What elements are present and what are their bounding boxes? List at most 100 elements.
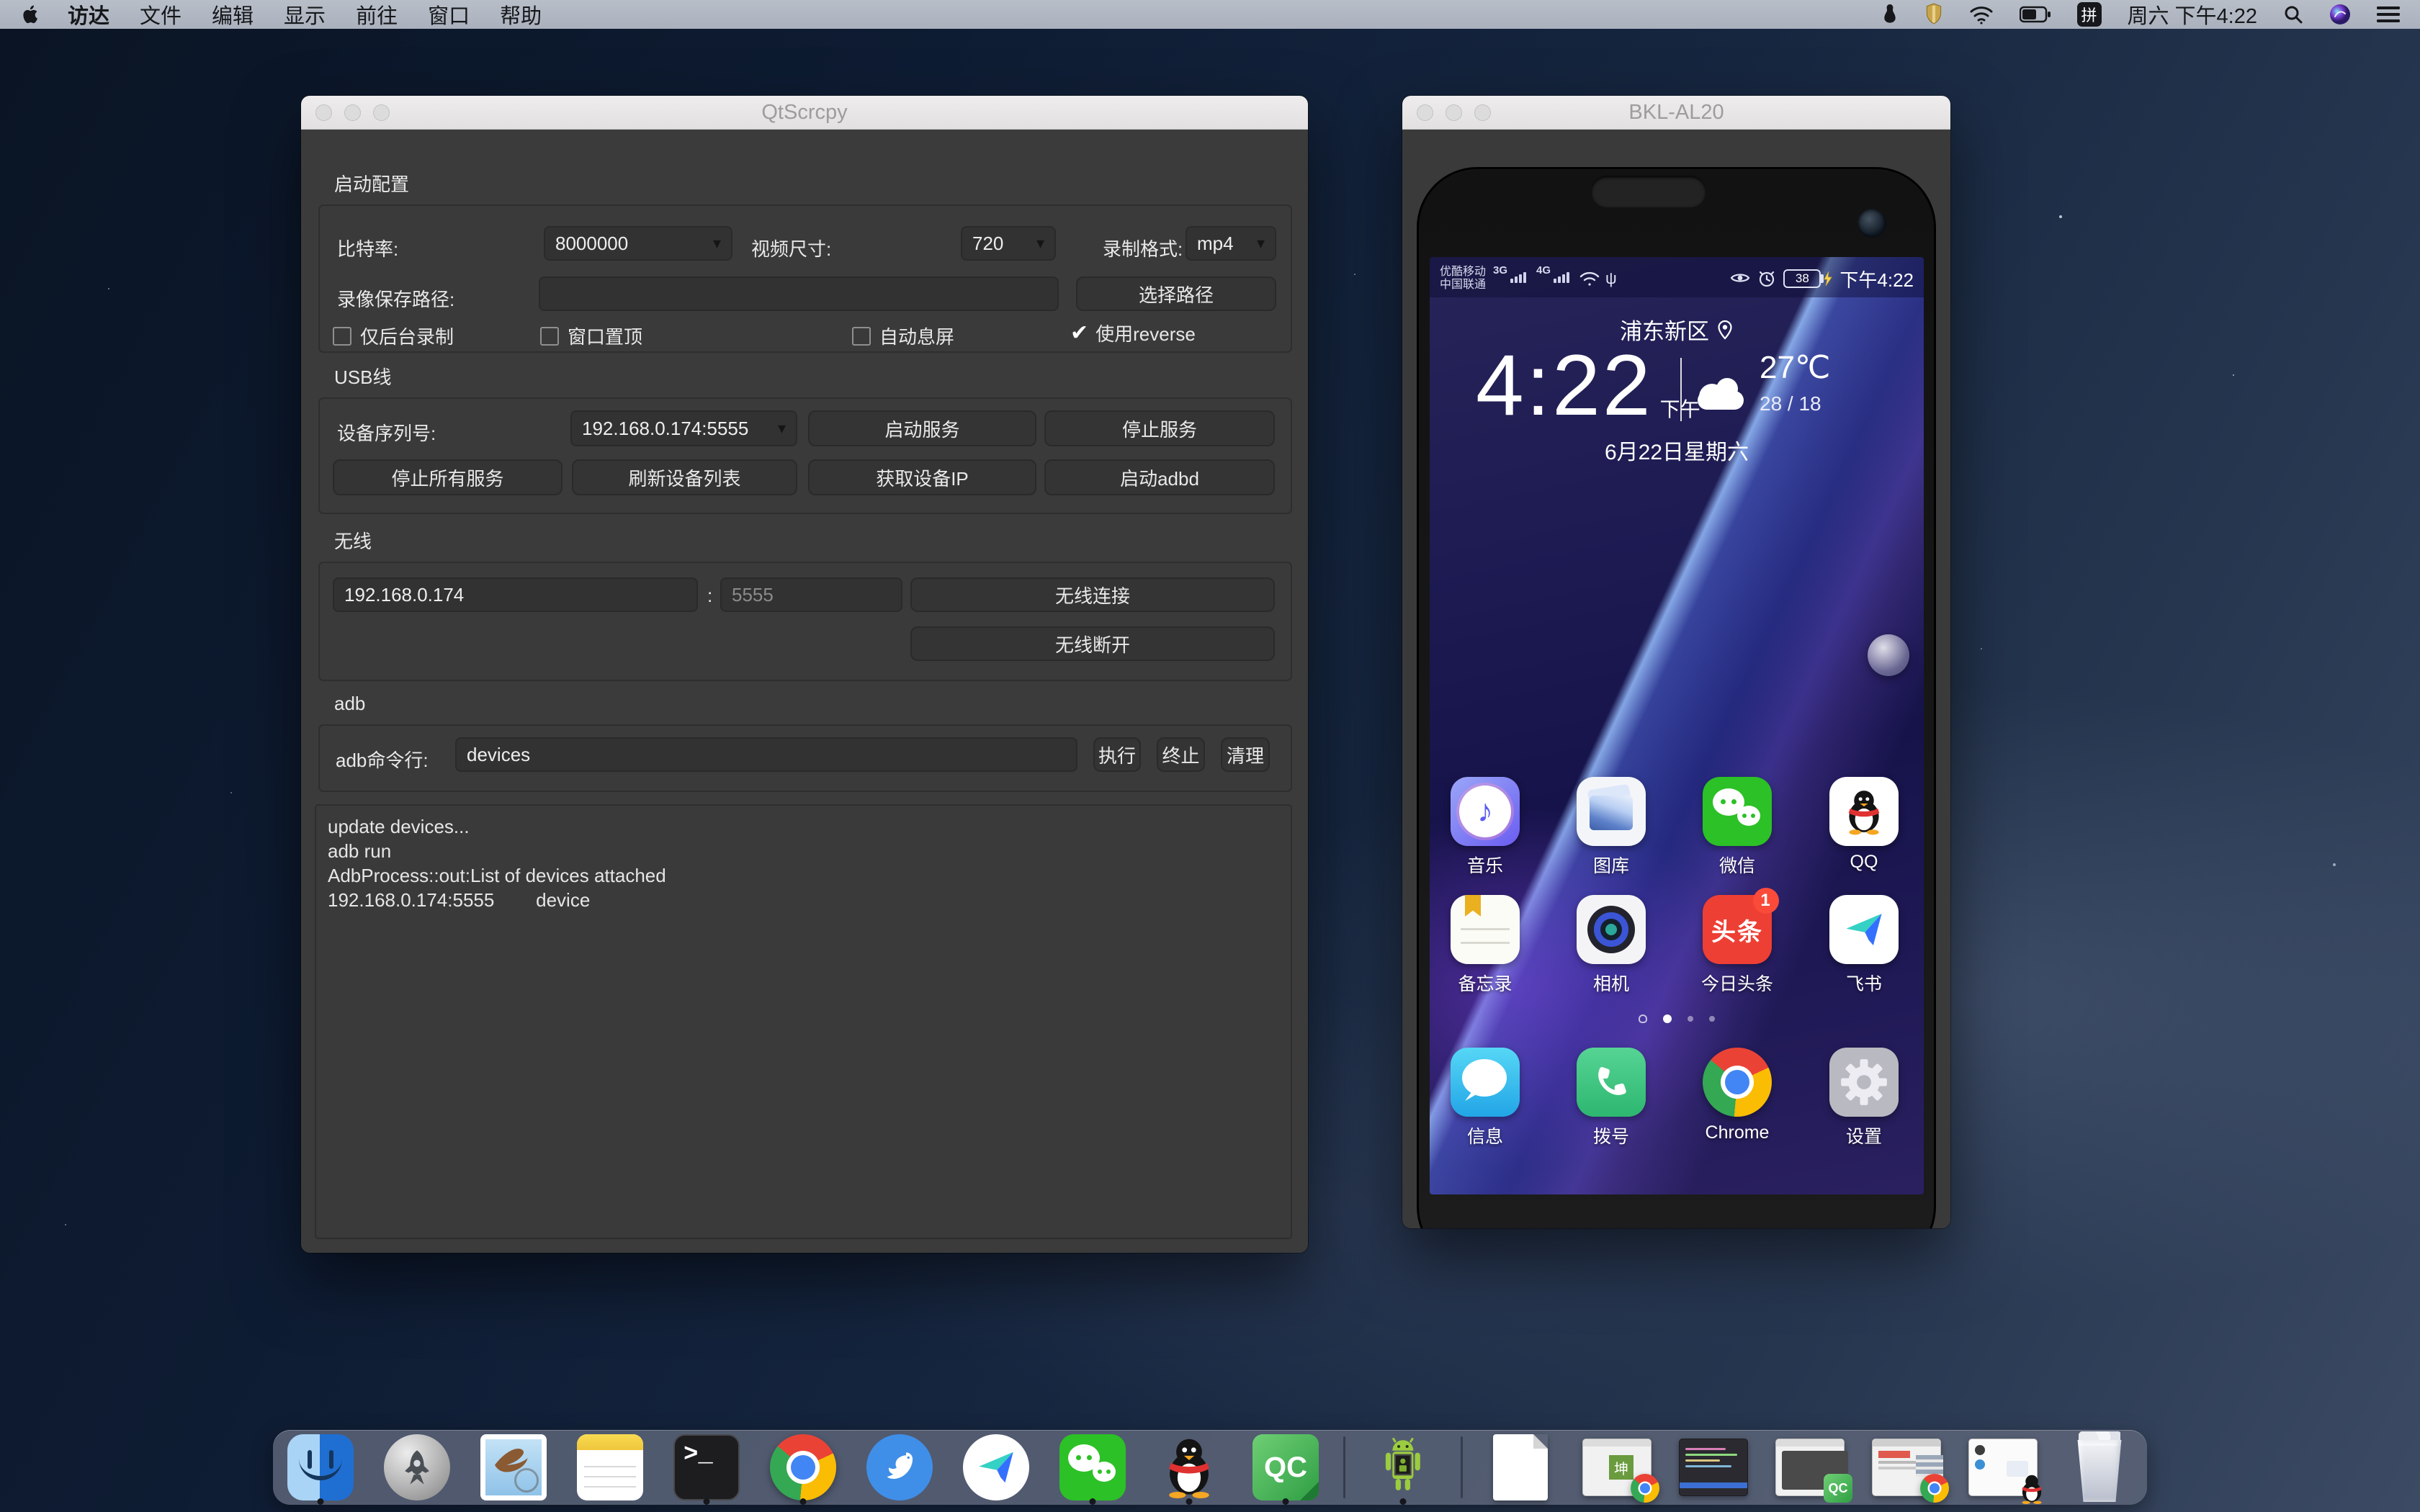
app-chrome[interactable]: Chrome	[1683, 1048, 1791, 1143]
qtscrcpy-titlebar[interactable]: QtScrcpy	[301, 96, 1308, 130]
get-device-ip-button[interactable]: 获取设备IP	[808, 459, 1036, 495]
location-pin-icon	[1716, 320, 1734, 340]
menu-window[interactable]: 窗口	[428, 0, 470, 30]
qq-status-icon[interactable]	[1881, 1, 1899, 27]
chrome-icon	[1703, 1048, 1772, 1117]
app-dialer[interactable]: 拨号	[1557, 1048, 1665, 1148]
dock-qtscrcpy[interactable]: QC	[1251, 1433, 1320, 1502]
checkbox-use-reverse[interactable]: ✔ 使用reverse	[1070, 320, 1196, 346]
app-settings[interactable]: 设置	[1810, 1048, 1918, 1148]
menu-view[interactable]: 显示	[284, 0, 326, 30]
apple-menu-icon[interactable]	[20, 1, 39, 27]
dock-min-window-chrome-page[interactable]	[1872, 1433, 1941, 1502]
siri-icon[interactable]	[2329, 1, 2351, 27]
start-service-button[interactable]: 启动服务	[808, 410, 1036, 446]
video-size-label: 视频尺寸:	[751, 235, 831, 261]
choose-path-button[interactable]: 选择路径	[1076, 276, 1276, 311]
adb-stop-button[interactable]: 终止	[1157, 737, 1205, 772]
app-wechat[interactable]: 微信	[1683, 777, 1791, 878]
page-dot-active	[1663, 1014, 1672, 1023]
menu-file[interactable]: 文件	[140, 0, 182, 30]
wireless-ip-input[interactable]	[333, 577, 698, 612]
dock-document[interactable]	[1486, 1433, 1555, 1502]
minimize-button[interactable]	[344, 104, 361, 121]
zoom-button[interactable]	[1474, 104, 1491, 121]
dock-wechat[interactable]	[1058, 1433, 1127, 1502]
app-notes[interactable]: 备忘录	[1431, 895, 1539, 996]
checkbox-window-topmost[interactable]: 窗口置顶	[540, 323, 642, 349]
app-qq[interactable]: QQ	[1810, 777, 1918, 873]
dock-feishu[interactable]	[962, 1433, 1031, 1502]
temperature: 27℃	[1760, 349, 1830, 386]
assistive-ball[interactable]	[1868, 634, 1909, 676]
menu-finder[interactable]: 访达	[68, 0, 109, 30]
adb-cmd-input[interactable]	[455, 737, 1077, 772]
adb-clear-button[interactable]: 清理	[1221, 737, 1270, 772]
adb-log-output[interactable]: update devices... adb run AdbProcess::ou…	[315, 804, 1292, 1239]
app-music[interactable]: ♪ 音乐	[1431, 777, 1539, 878]
eye-comfort-icon	[1730, 266, 1750, 292]
input-method-icon[interactable]: 拼	[2077, 2, 2102, 27]
refresh-device-list-button[interactable]: 刷新设备列表	[572, 459, 797, 495]
checkbox-auto-screen-off[interactable]: 自动息屏	[852, 323, 954, 349]
app-messages[interactable]: 信息	[1431, 1048, 1539, 1148]
dock-notes[interactable]	[575, 1433, 645, 1502]
dock-min-window-chrome-kun[interactable]: 坤	[1582, 1433, 1652, 1502]
spotlight-search-icon[interactable]	[2283, 1, 2303, 27]
menu-edit[interactable]: 编辑	[212, 0, 254, 30]
signal-bars-icon	[1510, 272, 1526, 283]
app-label: 微信	[1719, 852, 1755, 878]
dock-finder[interactable]	[286, 1433, 355, 1502]
app-camera[interactable]: 相机	[1557, 895, 1665, 996]
dock-terminal[interactable]: >_	[672, 1433, 741, 1502]
terminal-icon: >_	[673, 1434, 740, 1500]
stop-all-services-button[interactable]: 停止所有服务	[333, 459, 563, 495]
record-path-input[interactable]	[539, 276, 1059, 311]
dock-min-window-qq[interactable]	[1968, 1433, 2038, 1502]
wireless-port-input[interactable]	[720, 577, 902, 612]
wireless-connect-button[interactable]: 无线连接	[910, 577, 1275, 612]
dock-min-window-qtscrcpy[interactable]: QC	[1775, 1433, 1845, 1502]
dock-chrome[interactable]	[768, 1433, 838, 1502]
serial-combobox[interactable]: 192.168.0.174:5555 ▾	[570, 410, 797, 446]
checkbox-background-record[interactable]: 仅后台录制	[333, 323, 454, 349]
wifi-icon[interactable]	[1969, 1, 1994, 27]
bitrate-combobox[interactable]: 8000000 ▾	[544, 226, 732, 261]
document-icon	[1493, 1434, 1548, 1500]
start-adbd-button[interactable]: 启动adbd	[1044, 459, 1275, 495]
dock-min-window-code[interactable]	[1679, 1433, 1748, 1502]
close-button[interactable]	[1417, 104, 1433, 121]
notification-center-icon[interactable]	[2377, 1, 2400, 27]
dock-trash[interactable]	[2065, 1433, 2134, 1502]
zoom-button[interactable]	[373, 104, 390, 121]
battery-icon[interactable]	[2020, 1, 2051, 27]
minimized-window: 坤	[1582, 1439, 1652, 1496]
menu-items: 访达 文件 编辑 显示 前往 窗口 帮助	[68, 0, 542, 30]
dock-scrcpy-android[interactable]	[1368, 1433, 1438, 1502]
phone-window-titlebar[interactable]: BKL-AL20	[1402, 96, 1950, 130]
close-button[interactable]	[315, 104, 332, 121]
signal-bars-icon	[1554, 272, 1569, 283]
stop-service-button[interactable]: 停止服务	[1044, 410, 1275, 446]
record-format-combobox[interactable]: mp4 ▾	[1186, 226, 1276, 261]
video-size-combobox[interactable]: 720 ▾	[961, 226, 1056, 261]
menu-bar: 访达 文件 编辑 显示 前往 窗口 帮助 拼 周六 下午4:22	[0, 0, 2420, 29]
app-label: QQ	[1850, 852, 1878, 873]
menu-go[interactable]: 前往	[356, 0, 398, 30]
clock-widget[interactable]: 4:22 下午	[1476, 342, 1700, 428]
menu-help[interactable]: 帮助	[500, 0, 542, 30]
dock-launchpad[interactable]	[382, 1433, 452, 1502]
chrome-icon	[770, 1434, 836, 1500]
dock-mail[interactable]	[479, 1433, 548, 1502]
wireless-disconnect-button[interactable]: 无线断开	[910, 626, 1275, 661]
dock-seal-app[interactable]	[865, 1433, 934, 1502]
app-gallery[interactable]: 图库	[1557, 777, 1665, 878]
minimize-button[interactable]	[1446, 104, 1462, 121]
app-feishu[interactable]: 飞书	[1810, 895, 1918, 996]
menu-bar-clock[interactable]: 周六 下午4:22	[2128, 0, 2258, 30]
adb-run-button[interactable]: 执行	[1093, 737, 1141, 772]
app-toutiao[interactable]: 头条 1 今日头条	[1683, 895, 1791, 996]
shield-status-icon[interactable]	[1924, 1, 1943, 27]
phone-screen[interactable]: 优酷移动 中国联通 3G 4G ψ	[1430, 257, 1924, 1194]
dock-qq[interactable]	[1155, 1433, 1224, 1502]
